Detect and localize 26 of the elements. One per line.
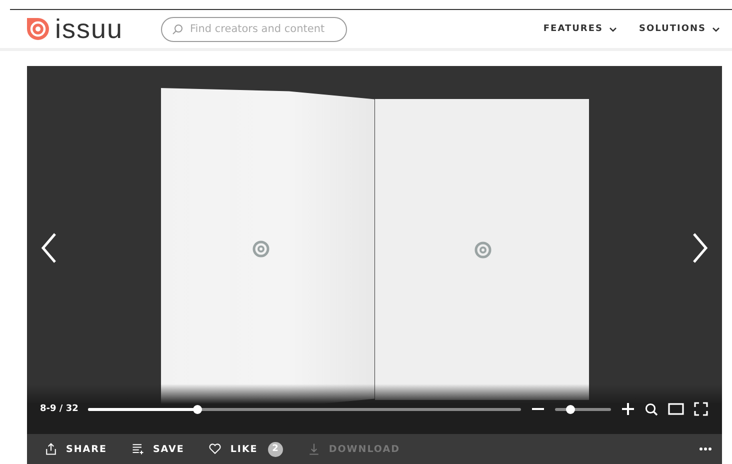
zoom-slider[interactable] <box>555 408 611 410</box>
fullscreen-icon[interactable] <box>694 402 708 416</box>
logo-icon <box>27 18 49 40</box>
chevron-down-icon <box>712 26 720 32</box>
save-button[interactable]: SAVE <box>130 441 184 457</box>
like-button[interactable]: LIKE 2 <box>208 441 283 457</box>
zoom-in-icon[interactable] <box>621 402 635 416</box>
loading-icon <box>474 240 492 258</box>
logo-text[interactable]: issuu <box>55 16 124 42</box>
nav-menu[interactable]: FEATURES <box>543 24 617 34</box>
chevron-down-icon <box>608 26 617 32</box>
page-slider[interactable] <box>88 408 521 410</box>
like-count: 2 <box>268 442 283 456</box>
nav-menu[interactable]: SOLUTIONS <box>638 24 720 34</box>
more-icon[interactable] <box>699 447 712 451</box>
single-page-view-icon[interactable] <box>668 403 684 415</box>
share-icon <box>44 441 58 457</box>
page-counter: 8-9 / 32 <box>40 404 78 414</box>
save-icon <box>130 441 145 457</box>
search-field[interactable]: Find creators and content <box>161 16 348 42</box>
download-icon <box>306 441 321 457</box>
magnifier-icon[interactable] <box>645 402 658 416</box>
search-icon <box>172 24 184 34</box>
like-icon <box>208 441 222 457</box>
loading-icon <box>252 240 270 258</box>
share-button[interactable]: SHARE <box>44 441 107 457</box>
